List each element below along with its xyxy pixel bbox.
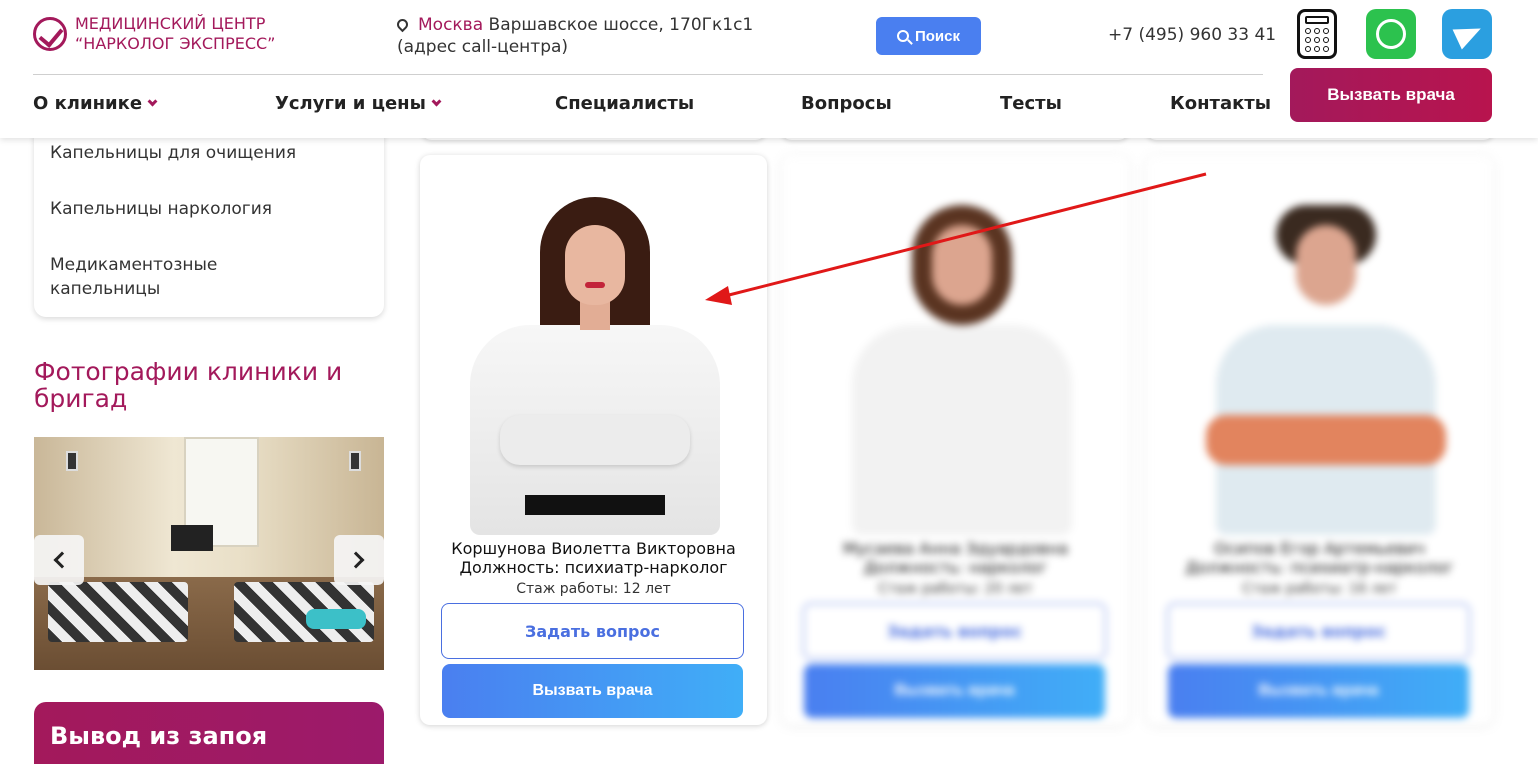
header-call-doctor-button[interactable]: Вызвать врача [1290, 68, 1492, 122]
photos-section-title: Фотографии клиники и бригад [34, 357, 343, 413]
doctor-photo [1146, 185, 1493, 535]
logo-line-2: “НАРКОЛОГ ЭКСПРЕСС” [75, 34, 276, 53]
doctor-position: Должность: психиатр-нарколог [459, 558, 728, 577]
nav-item-services[interactable]: Услуги и цены [275, 93, 442, 114]
doctor-card: Осипов Егор Артемьевич Должность: психиа… [1146, 155, 1493, 725]
doctor-photo [420, 185, 767, 535]
call-doctor-button[interactable]: Вызвать врача [442, 664, 743, 718]
chevron-right-icon [347, 551, 365, 569]
call-doctor-button[interactable]: Вызвать врача [1168, 664, 1469, 718]
chevron-down-icon [431, 96, 442, 106]
clinic-photo-carousel[interactable] [34, 437, 384, 670]
address-street: Варшавское шоссе, 170Гк1с1 [483, 15, 754, 35]
submenu-item-narcology-drips[interactable]: Капельницы наркология [50, 197, 272, 221]
doctor-experience: Стаж работы: 16 лет [1242, 581, 1397, 597]
doctor-card: Коршунова Виолетта Викторовна Должность:… [420, 155, 767, 725]
logo-icon [33, 17, 67, 51]
chevron-down-icon [147, 96, 158, 106]
doctor-position: Должность: психиатр-нарколог [1185, 558, 1454, 577]
address: Москва Варшавское шоссе, 170Гк1с1 (адрес… [394, 14, 754, 58]
search-icon [896, 30, 909, 42]
doctor-card: Мусаева Анна Эдуардовна Должность: нарко… [782, 155, 1129, 725]
logo[interactable]: МЕДИЦИНСКИЙ ЦЕНТР “НАРКОЛОГ ЭКСПРЕСС” [33, 14, 275, 54]
doctor-photo [782, 185, 1129, 535]
whatsapp-icon[interactable] [1366, 9, 1416, 59]
carousel-next-button[interactable] [334, 535, 384, 585]
nav-item-questions[interactable]: Вопросы [801, 93, 892, 114]
ask-question-button[interactable]: Задать вопрос [803, 603, 1106, 659]
site-header: МЕДИЦИНСКИЙ ЦЕНТР “НАРКОЛОГ ЭКСПРЕСС” Мо… [0, 0, 1538, 138]
ask-question-button[interactable]: Задать вопрос [441, 603, 744, 659]
services-submenu: Капельницы для очищения Капельницы нарко… [34, 120, 384, 317]
ask-question-button[interactable]: Задать вопрос [1167, 603, 1470, 659]
call-doctor-button[interactable]: Вызвать врача [804, 664, 1105, 718]
header-divider [33, 74, 1263, 75]
doctor-position: Должность: нарколог [863, 558, 1048, 577]
search-button-label: Поиск [914, 27, 960, 45]
submenu-item-cleansing-drips[interactable]: Капельницы для очищения [50, 141, 296, 165]
promo-title: Вывод из запоя [50, 722, 268, 750]
address-note: (адрес call-центра) [397, 37, 569, 57]
logo-line-1: МЕДИЦИНСКИЙ ЦЕНТР [75, 14, 266, 33]
submenu-item-medication-drips[interactable]: Медикаментозные капельницы [50, 253, 280, 301]
search-button[interactable]: Поиск [876, 17, 981, 55]
telegram-icon[interactable] [1442, 9, 1492, 59]
location-pin-icon [394, 16, 411, 33]
chevron-left-icon [53, 551, 71, 569]
doctor-name: Коршунова Виолетта Викторовна [451, 539, 736, 558]
nav-item-specialists[interactable]: Специалисты [555, 93, 694, 114]
doctor-experience: Стаж работы: 20 лет [878, 581, 1033, 597]
carousel-prev-button[interactable] [34, 535, 84, 585]
doctor-experience: Стаж работы: 12 лет [516, 581, 671, 597]
address-city[interactable]: Москва [418, 15, 483, 35]
promo-banner[interactable]: Вывод из запоя [34, 702, 384, 764]
nav-item-about[interactable]: О клинике [33, 93, 158, 114]
phone-number[interactable]: +7 (495) 960 33 41 [1108, 25, 1276, 45]
calculator-icon[interactable] [1297, 9, 1337, 59]
doctor-name: Осипов Егор Артемьевич [1214, 539, 1425, 558]
nav-item-tests[interactable]: Тесты [1000, 93, 1062, 114]
doctor-name: Мусаева Анна Эдуардовна [842, 539, 1068, 558]
nav-item-contacts[interactable]: Контакты [1170, 93, 1271, 114]
